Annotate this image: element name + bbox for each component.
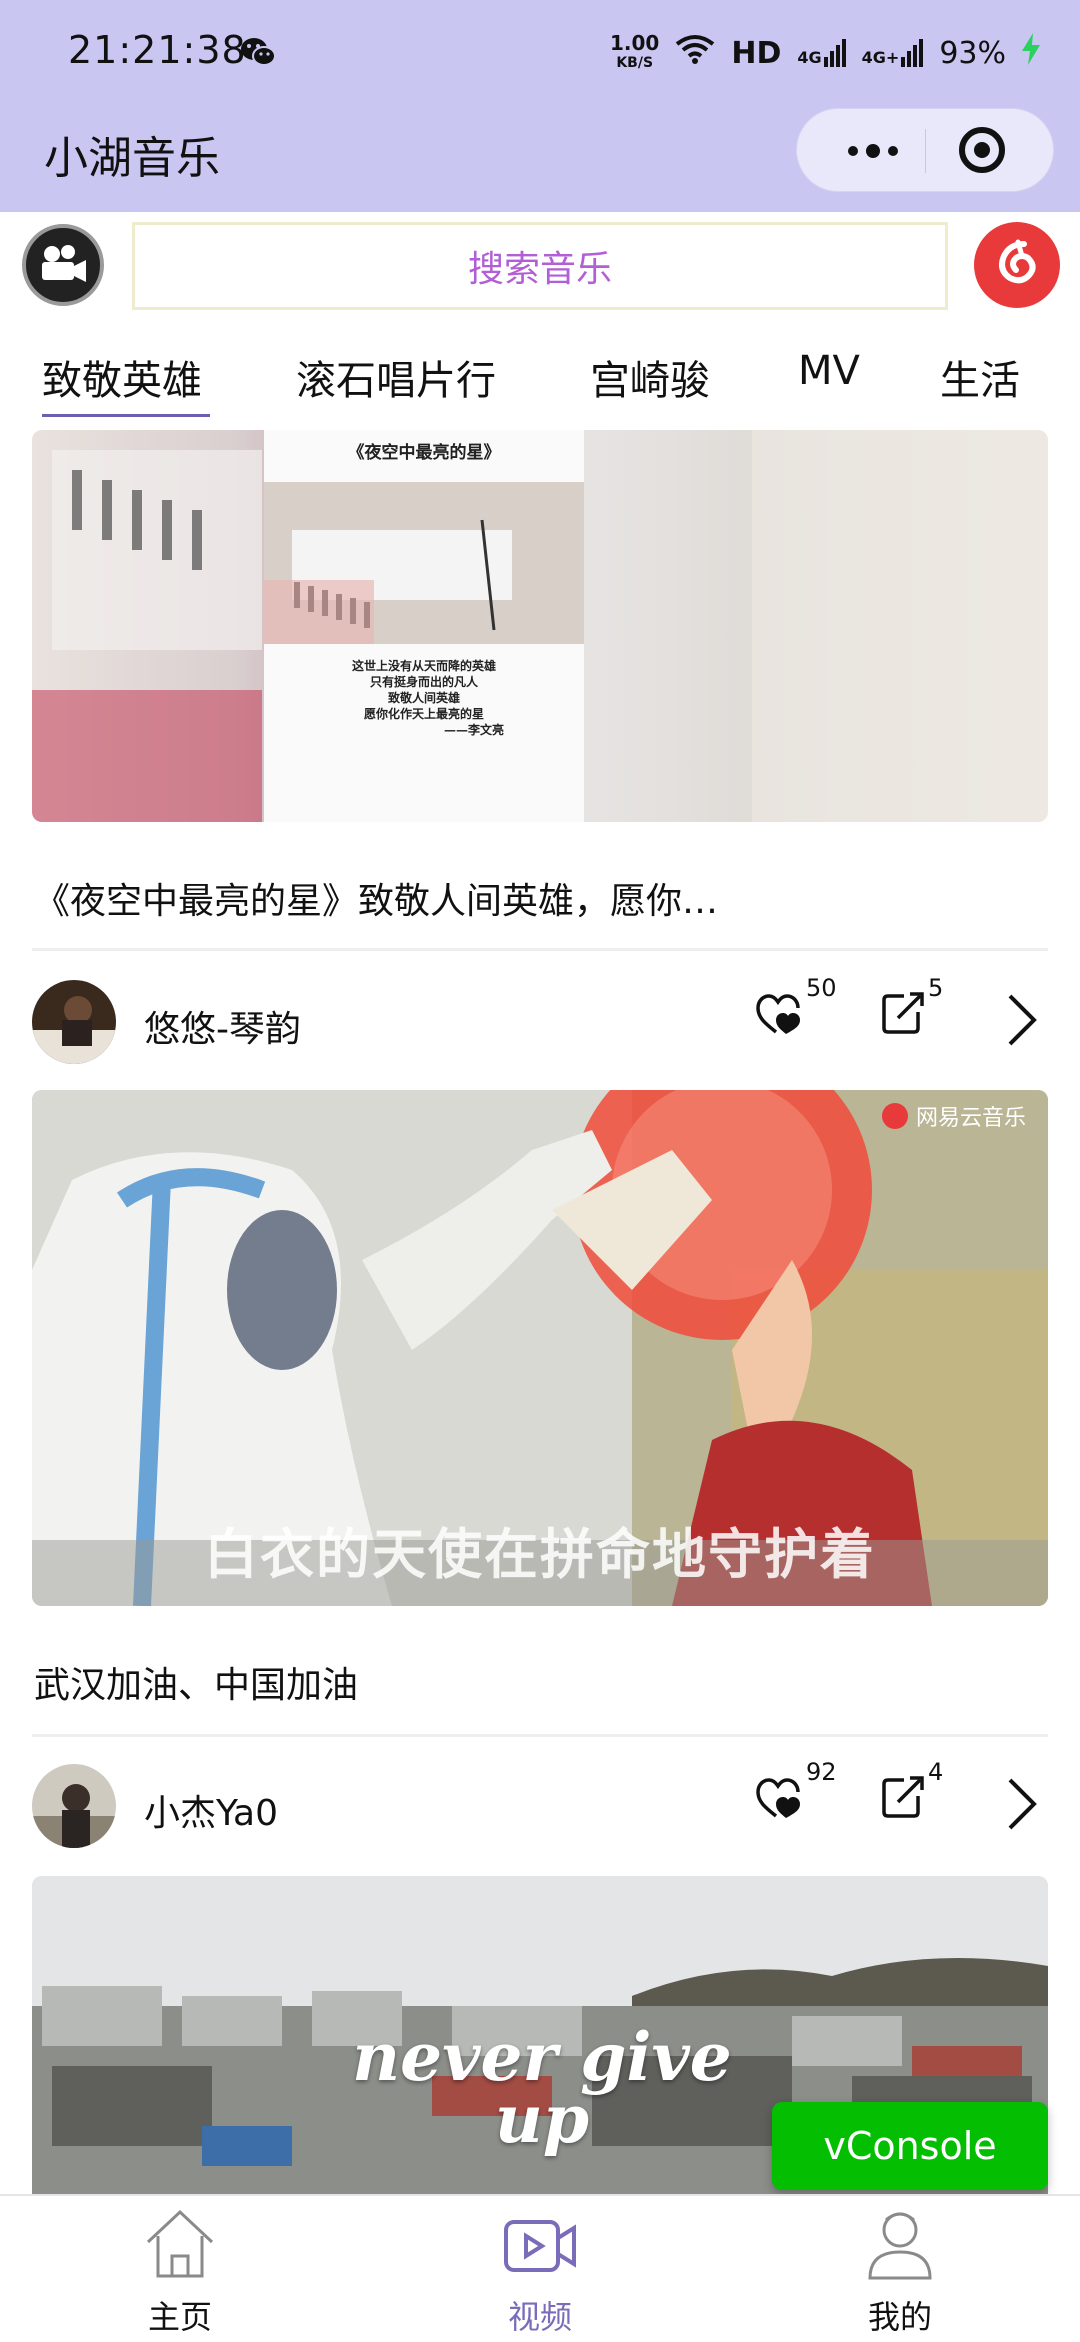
- watermark: 网易云音乐: [881, 1100, 1026, 1132]
- video2-author-row: 小杰Ya0 92 4: [0, 1758, 1080, 1854]
- video2-subtitle: 白衣的天使在拼命地守护着: [204, 1523, 876, 1586]
- video1-description[interactable]: 《夜空中最亮的星》致敬人间英雄，愿你…: [34, 872, 718, 924]
- overlay-line: 愿你化作天上最亮的星: [363, 707, 484, 721]
- like-icon[interactable]: [756, 992, 804, 1040]
- more-icon[interactable]: [821, 109, 925, 193]
- charging-icon: [1022, 33, 1040, 73]
- home-icon: [146, 2209, 214, 2278]
- video1-author-row: 悠悠-琴韵 50 5: [0, 974, 1080, 1070]
- hd-label: HD: [731, 35, 782, 71]
- avatar[interactable]: [32, 1764, 116, 1848]
- divider: [32, 1734, 1048, 1737]
- title-bar: 小湖音乐: [0, 106, 1080, 212]
- video-player-1[interactable]: 《夜空中最亮的星》 这世上没有从天而降的英雄 只有挺身而出的凡人 致敬人间英雄 …: [32, 430, 1048, 822]
- page-title: 小湖音乐: [44, 133, 220, 184]
- video1-overlay-title: 《夜空中最亮的星》: [347, 443, 501, 463]
- tab-gunshi-changpianhang[interactable]: 滚石唱片行: [296, 348, 496, 406]
- nav-me-label: 我的: [867, 2298, 932, 2336]
- net-speed-unit: KB/S: [616, 55, 654, 71]
- tab-gongqijun[interactable]: 宫崎骏: [590, 348, 710, 406]
- watermark-text: 网易云音乐: [915, 1106, 1026, 1131]
- tab-shenghuo[interactable]: 生活: [940, 348, 1020, 406]
- nav-home-label: 主页: [147, 2298, 212, 2336]
- miniprogram-capsule: [796, 108, 1054, 192]
- video2-description[interactable]: 武汉加油、中国加油: [34, 1656, 358, 1708]
- net-speed: 1.00 KB/S: [610, 33, 659, 73]
- chevron-right-icon[interactable]: [1000, 992, 1040, 1052]
- signal2-label: 4G+: [861, 48, 900, 67]
- overlay-line: 只有挺身而出的凡人: [369, 675, 478, 689]
- signal-icon-2: 4G+: [862, 39, 924, 67]
- share-count: 5: [928, 974, 944, 1002]
- wifi-icon: [675, 34, 715, 72]
- search-input[interactable]: 搜索音乐: [132, 222, 948, 310]
- signal1-label: 4G: [797, 48, 822, 67]
- avatar[interactable]: [32, 980, 116, 1064]
- author-name[interactable]: 悠悠-琴韵: [144, 1000, 301, 1052]
- video-player-2[interactable]: 网易云音乐 白衣的天使在拼命地守护着: [32, 1090, 1048, 1606]
- overlay-line: ——李文亮: [443, 723, 504, 737]
- like-icon[interactable]: [756, 1776, 804, 1824]
- close-miniprogram-icon[interactable]: [959, 127, 1005, 173]
- battery-text: 93%: [939, 35, 1006, 71]
- overlay-line: 这世上没有从天而降的英雄: [351, 659, 496, 673]
- netease-logo-icon: [881, 1103, 908, 1129]
- tab-mv[interactable]: MV: [798, 348, 860, 394]
- category-tabs: 致敬英雄 滚石唱片行 宫崎骏 MV 生活: [0, 330, 1080, 430]
- status-bar: 21:21:38 1.00 KB/S HD 4G 4G+ 93%: [0, 0, 1080, 106]
- like-count: 92: [806, 1758, 837, 1786]
- vconsole-button[interactable]: vConsole: [772, 2102, 1048, 2190]
- bottom-nav: 主页 视频 我的: [0, 2194, 1080, 2342]
- share-icon[interactable]: [880, 1774, 926, 1824]
- user-icon: [868, 2212, 932, 2280]
- nav-home[interactable]: 主页: [80, 2206, 280, 2336]
- capsule-divider: [925, 129, 926, 173]
- video-icon: [504, 2220, 576, 2272]
- status-indicators: 1.00 KB/S HD 4G 4G+ 93%: [610, 28, 1040, 78]
- netease-music-icon[interactable]: [974, 222, 1060, 308]
- signal-icon: 4G: [797, 39, 846, 67]
- wechat-icon: [240, 36, 276, 72]
- tab-zhijing-yingxiong[interactable]: 致敬英雄: [42, 348, 202, 406]
- chevron-right-icon[interactable]: [1000, 1776, 1040, 1836]
- video3-overlay-text: never give up: [352, 2018, 732, 2158]
- header: 21:21:38 1.00 KB/S HD 4G 4G+ 93% 小湖音乐: [0, 0, 1080, 212]
- net-speed-value: 1.00: [610, 31, 660, 55]
- nav-video-label: 视频: [507, 2298, 572, 2336]
- nav-me[interactable]: 我的: [800, 2206, 1000, 2336]
- like-count: 50: [806, 974, 837, 1002]
- video1-overlay-lines: 这世上没有从天而降的英雄 只有挺身而出的凡人 致敬人间英雄 愿你化作天上最亮的星…: [264, 658, 584, 738]
- nav-video[interactable]: 视频: [440, 2206, 640, 2336]
- author-name[interactable]: 小杰Ya0: [144, 1784, 278, 1836]
- active-tab-indicator: [42, 414, 210, 417]
- share-icon[interactable]: [880, 990, 926, 1040]
- search-row: 搜索音乐: [0, 212, 1080, 330]
- share-count: 4: [928, 1758, 944, 1786]
- video-camera-icon[interactable]: [22, 224, 104, 306]
- divider: [32, 948, 1048, 951]
- overlay-line: 致敬人间英雄: [387, 691, 460, 705]
- status-time: 21:21:38: [68, 28, 247, 72]
